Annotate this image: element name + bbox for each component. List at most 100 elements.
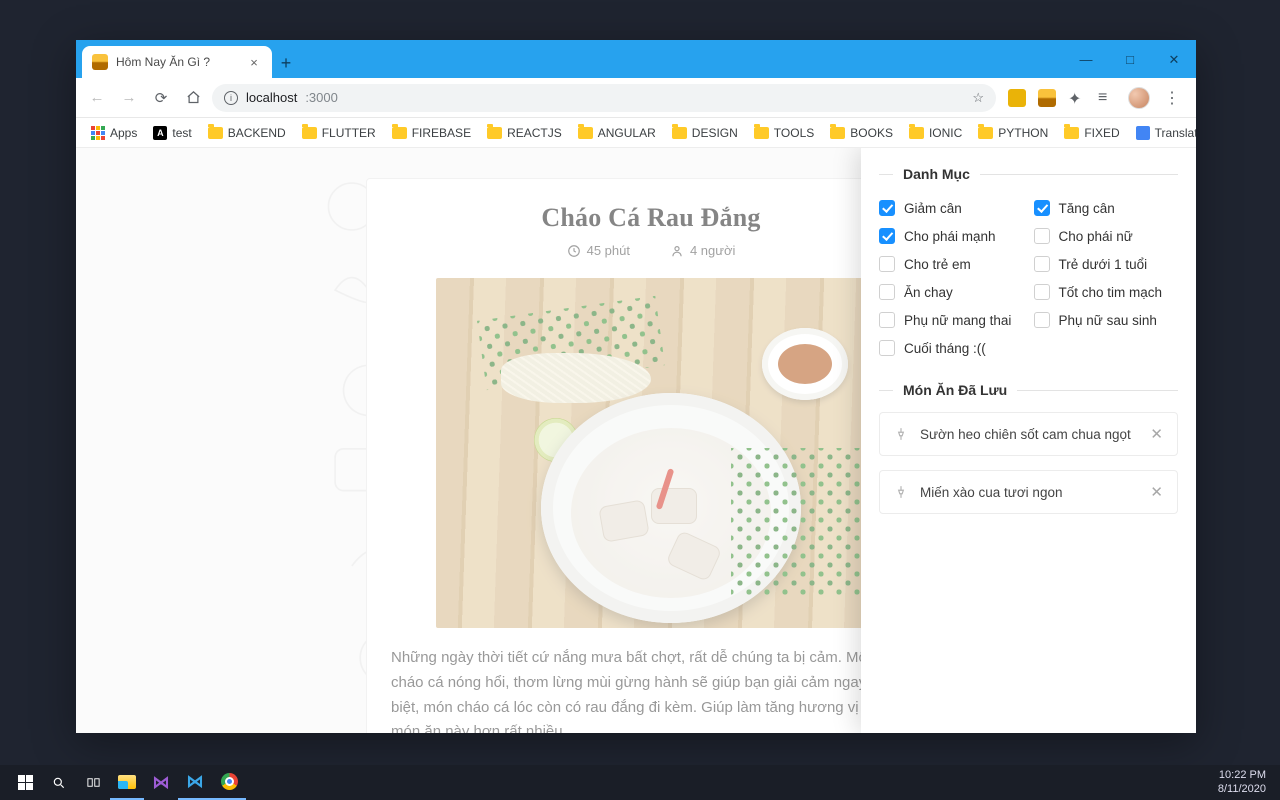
folder-icon bbox=[909, 127, 924, 139]
folder-icon bbox=[302, 127, 317, 139]
bookmark-item[interactable]: BOOKS bbox=[825, 126, 898, 140]
category-checkbox[interactable]: Cuối tháng :(( bbox=[879, 340, 1024, 356]
category-label: Tăng cân bbox=[1059, 201, 1115, 216]
bookmark-item[interactable]: Translate bbox=[1131, 126, 1196, 140]
visual-studio-button[interactable]: ⋈ bbox=[144, 766, 178, 800]
saved-label: Miến xào cua tươi ngon bbox=[920, 485, 1062, 500]
category-label: Giảm cân bbox=[904, 201, 962, 216]
category-checkbox[interactable]: Cho phái nữ bbox=[1034, 228, 1179, 244]
bookmark-item[interactable]: FIREBASE bbox=[387, 126, 476, 140]
folder-icon bbox=[1064, 127, 1079, 139]
checkbox-icon bbox=[1034, 284, 1050, 300]
category-checkbox[interactable]: Tốt cho tim mạch bbox=[1034, 284, 1179, 300]
remove-saved-button[interactable]: ✕ bbox=[1150, 425, 1163, 443]
bookmark-item[interactable]: Atest bbox=[148, 126, 196, 140]
bookmark-item[interactable]: FLUTTER bbox=[297, 126, 381, 140]
system-tray[interactable]: 10:22 PM 8/11/2020 bbox=[1218, 769, 1272, 797]
saved-item[interactable]: Sườn heo chiên sốt cam chua ngọt ✕ bbox=[879, 412, 1178, 456]
close-window-button[interactable]: ✕ bbox=[1152, 52, 1196, 78]
file-explorer-button[interactable] bbox=[110, 766, 144, 800]
clock-time: 10:22 PM bbox=[1218, 769, 1266, 783]
category-checkbox[interactable]: Giảm cân bbox=[879, 200, 1024, 216]
folder-icon bbox=[978, 127, 993, 139]
category-checkbox[interactable]: Ăn chay bbox=[879, 284, 1024, 300]
category-label: Cho trẻ em bbox=[904, 257, 971, 272]
window-controls: — □ ✕ bbox=[1064, 52, 1196, 78]
bookmark-item[interactable]: REACTJS bbox=[482, 126, 567, 140]
vscode-button[interactable]: ⋈ bbox=[178, 766, 212, 800]
bookmark-label: test bbox=[172, 126, 191, 140]
home-button[interactable] bbox=[180, 85, 206, 111]
chrome-button[interactable] bbox=[212, 766, 246, 800]
bookmarks-bar: Apps Atest BACKEND FLUTTER FIREBASE REACTJS A… bbox=[76, 118, 1196, 148]
titlebar: Hôm Nay Ăn Gì ? × + — □ ✕ bbox=[76, 40, 1196, 78]
bookmark-label: PYTHON bbox=[998, 126, 1048, 140]
bookmark-label: Translate bbox=[1155, 126, 1196, 140]
category-label: Cho phái mạnh bbox=[904, 229, 996, 244]
extension-icon[interactable] bbox=[1008, 89, 1026, 107]
bookmark-item[interactable]: TOOLS bbox=[749, 126, 819, 140]
bookmark-star-icon[interactable]: ☆ bbox=[972, 90, 984, 106]
bookmark-label: ANGULAR bbox=[598, 126, 656, 140]
vscode-icon: ⋈ bbox=[187, 772, 204, 792]
bookmark-label: REACTJS bbox=[507, 126, 562, 140]
category-checkbox[interactable]: Tăng cân bbox=[1034, 200, 1179, 216]
task-view-button[interactable] bbox=[76, 766, 110, 800]
category-checkbox[interactable]: Trẻ dưới 1 tuổi bbox=[1034, 256, 1179, 272]
bookmark-label: FIREBASE bbox=[412, 126, 471, 140]
minimize-button[interactable]: — bbox=[1064, 52, 1108, 78]
apps-shortcut[interactable]: Apps bbox=[86, 126, 142, 140]
clock-date: 8/11/2020 bbox=[1218, 783, 1266, 797]
angular-icon: A bbox=[153, 126, 167, 140]
browser-tab[interactable]: Hôm Nay Ăn Gì ? × bbox=[82, 46, 272, 78]
forward-button[interactable]: → bbox=[116, 85, 142, 111]
saved-heading: Món Ăn Đã Lưu bbox=[879, 382, 1178, 398]
folder-icon bbox=[208, 127, 223, 139]
bookmark-item[interactable]: PYTHON bbox=[973, 126, 1053, 140]
bookmark-item[interactable]: DESIGN bbox=[667, 126, 743, 140]
folder-icon bbox=[392, 127, 407, 139]
profile-avatar[interactable] bbox=[1128, 87, 1150, 109]
omnibox[interactable]: i localhost:3000 ☆ bbox=[212, 84, 996, 112]
start-button[interactable] bbox=[8, 766, 42, 800]
saved-label: Sườn heo chiên sốt cam chua ngọt bbox=[920, 427, 1131, 442]
bookmark-item[interactable]: BACKEND bbox=[203, 126, 291, 140]
new-tab-button[interactable]: + bbox=[272, 53, 300, 78]
category-label: Phụ nữ sau sinh bbox=[1059, 313, 1157, 328]
extension-burger-icon[interactable] bbox=[1038, 89, 1056, 107]
categories-heading: Danh Mục bbox=[879, 166, 1178, 182]
address-bar: ← → ⟳ i localhost:3000 ☆ ✦ ≡ ⋮ bbox=[76, 78, 1196, 118]
maximize-button[interactable]: □ bbox=[1108, 52, 1152, 78]
category-label: Cuối tháng :(( bbox=[904, 341, 986, 356]
bookmark-label: IONIC bbox=[929, 126, 962, 140]
filter-panel: Danh Mục Giảm cân Tăng cân Cho phái mạnh Ch… bbox=[861, 148, 1196, 733]
saved-list: Sườn heo chiên sốt cam chua ngọt✕Miến xà… bbox=[879, 412, 1178, 514]
category-checkbox[interactable]: Phụ nữ sau sinh bbox=[1034, 312, 1179, 328]
bookmark-label: DESIGN bbox=[692, 126, 738, 140]
category-checkbox[interactable]: Cho phái mạnh bbox=[879, 228, 1024, 244]
reload-button[interactable]: ⟳ bbox=[148, 85, 174, 111]
back-button[interactable]: ← bbox=[84, 85, 110, 111]
apps-icon bbox=[91, 126, 105, 140]
search-button[interactable] bbox=[42, 766, 76, 800]
checkbox-icon bbox=[1034, 228, 1050, 244]
category-checkbox[interactable]: Cho trẻ em bbox=[879, 256, 1024, 272]
saved-item[interactable]: Miến xào cua tươi ngon ✕ bbox=[879, 470, 1178, 514]
checkbox-icon bbox=[1034, 256, 1050, 272]
remove-saved-button[interactable]: ✕ bbox=[1150, 483, 1163, 501]
folder-icon bbox=[830, 127, 845, 139]
extensions-menu-icon[interactable]: ≡ bbox=[1098, 89, 1116, 107]
bookmark-item[interactable]: IONIC bbox=[904, 126, 967, 140]
browser-menu-button[interactable]: ⋮ bbox=[1162, 88, 1182, 108]
category-checkbox[interactable]: Phụ nữ mang thai bbox=[879, 312, 1024, 328]
windows-icon bbox=[18, 775, 33, 790]
bookmark-label: BOOKS bbox=[850, 126, 893, 140]
category-label: Phụ nữ mang thai bbox=[904, 313, 1011, 328]
bookmark-item[interactable]: FIXED bbox=[1059, 126, 1124, 140]
tab-close-button[interactable]: × bbox=[246, 55, 262, 70]
site-info-icon[interactable]: i bbox=[224, 91, 238, 105]
checkbox-icon bbox=[879, 256, 895, 272]
bookmark-item[interactable]: ANGULAR bbox=[573, 126, 661, 140]
extensions-puzzle-icon[interactable]: ✦ bbox=[1068, 89, 1086, 107]
category-grid: Giảm cân Tăng cân Cho phái mạnh Cho phái nữ… bbox=[879, 200, 1178, 356]
